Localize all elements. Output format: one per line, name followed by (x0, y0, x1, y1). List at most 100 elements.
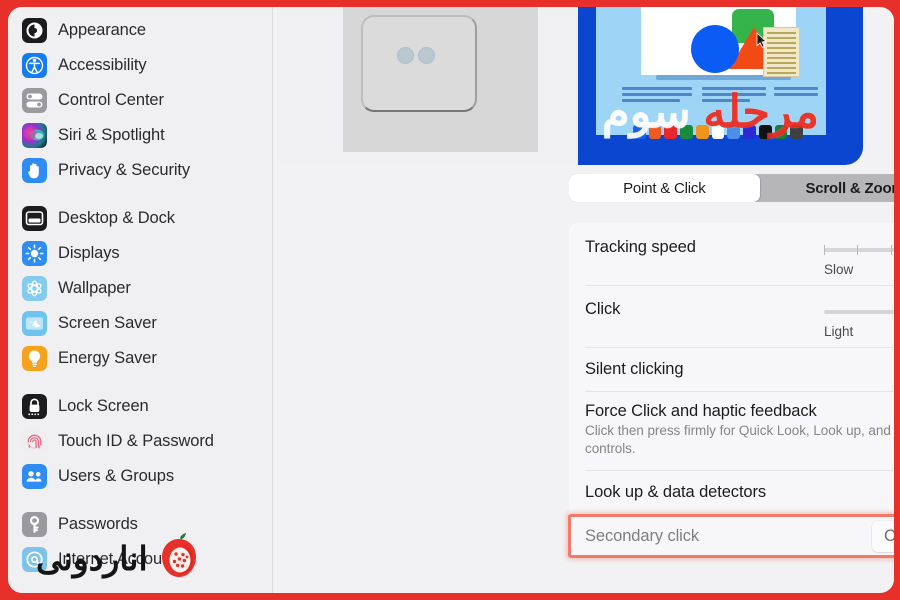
settings-card: Tracking speed Slow Fast Click (568, 223, 894, 559)
palette-swatch (633, 124, 646, 139)
sidebar-item-label: Energy Saver (58, 349, 157, 367)
sidebar-item-appearance[interactable]: Appearance (8, 13, 272, 48)
sidebar-item-energy-saver[interactable]: Energy Saver (8, 341, 272, 376)
screen-saver-icon (22, 311, 47, 336)
tracking-speed-min-label: Slow (824, 262, 854, 277)
sidebar-item-label: Displays (58, 244, 120, 262)
privacy-hand-icon (22, 158, 47, 183)
palette-swatch (648, 124, 662, 139)
gesture-video-preview[interactable] (578, 7, 863, 165)
users-groups-icon (22, 464, 47, 489)
sidebar-item-label: Touch ID & Password (58, 432, 214, 450)
force-click-description: Click then press firmly for Quick Look, … (585, 423, 894, 457)
row-force-click: Force Click and haptic feedback Click th… (569, 391, 894, 470)
screenshot-red-frame: Appearance Accessibility Control Center … (0, 0, 900, 600)
sidebar-item-label: Desktop & Dock (58, 209, 175, 227)
passwords-key-icon (22, 512, 47, 537)
click-min-label: Light (824, 324, 854, 339)
tab-point-and-click[interactable]: Point & Click (569, 174, 760, 202)
secondary-click-label: Secondary click (585, 526, 700, 545)
palette-swatch (695, 124, 709, 139)
palette-swatch (743, 124, 756, 139)
sidebar-item-label: Accessibility (58, 56, 147, 74)
appearance-icon (22, 18, 47, 43)
sidebar-item-internet-accounts[interactable]: Internet Accounts (8, 542, 272, 577)
palette-swatch (711, 124, 725, 139)
sidebar-item-control-center[interactable]: Control Center (8, 83, 272, 118)
sidebar-item-touch-id[interactable]: Touch ID & Password (8, 424, 272, 459)
accessibility-icon (22, 53, 47, 78)
tracking-speed-track[interactable] (824, 245, 894, 255)
row-tracking-speed: Tracking speed Slow Fast (569, 223, 894, 285)
slider-tick (857, 245, 859, 255)
sidebar-item-passwords[interactable]: Passwords (8, 507, 272, 542)
displays-icon (22, 241, 47, 266)
secondary-click-value: Click or Tap with Two Fingers (884, 526, 894, 545)
internet-accounts-icon (22, 547, 47, 572)
sidebar-item-label: Screen Saver (58, 314, 157, 332)
force-click-text-group: Force Click and haptic feedback Click th… (585, 402, 894, 458)
sidebar-item-screen-saver[interactable]: Screen Saver (8, 306, 272, 341)
row-look-up: Look up & data detectors Tap with Three … (569, 470, 894, 514)
gesture-tab-bar[interactable]: Point & Click Scroll & Zoom More Gesture… (569, 174, 894, 202)
touch-id-fingerprint-icon (22, 429, 47, 454)
palette-swatch (727, 124, 741, 139)
trackpad-illustration (278, 7, 578, 165)
sidebar-item-label: Users & Groups (58, 467, 174, 485)
palette-swatch (664, 124, 678, 139)
row-click: Click Light Medium Firm (569, 285, 894, 347)
palette-swatch (790, 124, 804, 139)
system-settings-window: Appearance Accessibility Control Center … (8, 7, 894, 593)
tracking-speed-scale: Slow Fast (824, 262, 894, 278)
sidebar-item-label: Appearance (58, 21, 146, 39)
sidebar-item-label: Wallpaper (58, 279, 131, 297)
lock-screen-icon (22, 394, 47, 419)
click-scale: Light Medium Firm (824, 324, 894, 340)
slider-tick (824, 245, 825, 255)
tracking-speed-slider[interactable]: Slow Fast (824, 241, 894, 278)
sidebar-item-accessibility[interactable]: Accessibility (8, 48, 272, 83)
sidebar-divider (8, 188, 272, 201)
sidebar-item-label: Control Center (58, 91, 164, 109)
siri-icon (22, 123, 47, 148)
tracking-speed-label: Tracking speed (585, 238, 696, 256)
cursor-arrow-icon (756, 32, 768, 53)
secondary-click-dropdown[interactable]: Click or Tap with Two Fingers (872, 520, 894, 552)
main-content: مرحله سوم Point & Click Scroll & Zoom Mo… (273, 7, 894, 593)
sidebar-item-label: Privacy & Security (58, 161, 191, 179)
sidebar[interactable]: Appearance Accessibility Control Center … (8, 7, 273, 593)
preview-color-palette (633, 122, 804, 141)
palette-swatch (758, 124, 772, 139)
click-label: Click (585, 300, 621, 318)
sidebar-item-wallpaper[interactable]: Wallpaper (8, 271, 272, 306)
preview-text-card (763, 27, 800, 77)
sidebar-item-privacy-security[interactable]: Privacy & Security (8, 153, 272, 188)
look-up-label: Look up & data detectors (585, 482, 767, 501)
sidebar-item-siri-spotlight[interactable]: Siri & Spotlight (8, 118, 272, 153)
preview-canvas (596, 7, 826, 135)
sidebar-divider (8, 494, 272, 507)
energy-saver-bulb-icon (22, 346, 47, 371)
wallpaper-icon (22, 276, 47, 301)
sidebar-item-label: Internet Accounts (58, 550, 184, 568)
click-track[interactable] (824, 310, 894, 314)
sidebar-item-displays[interactable]: Displays (8, 236, 272, 271)
silent-clicking-label: Silent clicking (585, 359, 684, 378)
control-center-icon (22, 88, 47, 113)
slider-tick (890, 245, 892, 255)
sidebar-item-lock-screen[interactable]: Lock Screen (8, 389, 272, 424)
palette-swatch (680, 124, 693, 139)
sidebar-item-label: Lock Screen (58, 397, 149, 415)
gesture-preview (278, 7, 894, 165)
sidebar-item-desktop-dock[interactable]: Desktop & Dock (8, 201, 272, 236)
row-secondary-click: Secondary click Click or Tap with Two Fi… (568, 514, 894, 559)
desktop-dock-icon (22, 206, 47, 231)
sidebar-item-label: Passwords (58, 515, 138, 533)
preview-shade-overlay (343, 7, 538, 152)
tab-scroll-and-zoom[interactable]: Scroll & Zoom (760, 174, 894, 202)
sidebar-item-users-groups[interactable]: Users & Groups (8, 459, 272, 494)
row-silent-clicking: Silent clicking (569, 347, 894, 391)
sidebar-divider (8, 376, 272, 389)
click-slider[interactable]: Light Medium Firm (824, 303, 894, 340)
force-click-label: Force Click and haptic feedback (585, 402, 817, 420)
